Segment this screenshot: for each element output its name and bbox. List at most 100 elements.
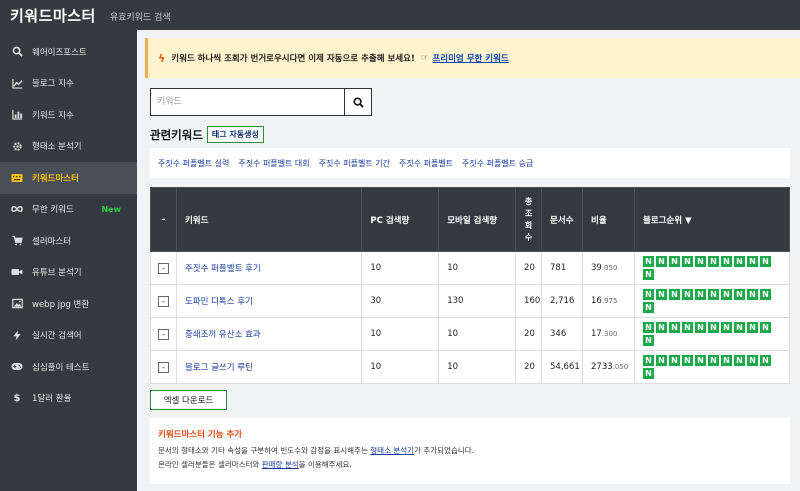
sidebar-item-dollar[interactable]: $1달러 환율 [0,383,137,415]
naver-rank-badge[interactable]: N [668,289,680,300]
naver-rank-badge[interactable]: N [694,289,706,300]
brand-subtitle: 유효키워드 검색 [109,13,171,23]
naver-rank-badge[interactable]: N [655,355,667,366]
keyword-link[interactable]: 도파민 디톡스 후기 [185,297,253,307]
blog-rank-column-header[interactable]: 블로그순위 ▼ [633,187,791,252]
search-icon [352,96,364,108]
related-keyword-link[interactable]: 주짓수 퍼플벨트 승급 [462,158,533,169]
ratio-column-header[interactable]: 비율 [582,187,635,252]
premium-link[interactable]: 프리미엄 무한 키워드 [432,52,508,64]
naver-rank-badge[interactable]: N [655,289,667,300]
sidebar-item-label: webp jpg 변환 [32,299,90,310]
keyword-link[interactable]: 블로그 글쓰기 루틴 [185,363,253,373]
search-bar [150,88,372,116]
naver-rank-badge[interactable]: N [759,256,771,267]
naver-rank-badge[interactable]: N [733,355,745,366]
naver-rank-badge[interactable]: N [720,322,732,333]
naver-rank-badge[interactable]: N [642,335,654,346]
sidebar-item-video[interactable]: 유튜브 분석기 [0,257,137,289]
sidebar-item-keyboard[interactable]: 키워드마스터 [0,162,137,194]
total-views-header-char: 회 [524,220,533,230]
excel-download-button[interactable]: 엑셀 다운로드 [150,390,227,410]
sidebar-item-gear[interactable]: 형태소 분석기 [0,131,137,163]
naver-rank-badge[interactable]: N [668,355,680,366]
keyword-link[interactable]: 주짓수 퍼플벨트 후기 [185,264,261,274]
naver-rank-badge[interactable]: N [642,269,654,280]
naver-rank-badge[interactable]: N [746,355,758,366]
sidebar-item-line-chart[interactable]: 블로그 지수 [0,68,137,100]
naver-rank-badge[interactable]: N [642,322,654,333]
naver-rank-badge[interactable]: N [681,322,693,333]
docs-cell: 781 [541,251,583,285]
brand-logo-text[interactable]: 키워드마스터 [10,5,96,26]
sidebar-item-search[interactable]: 웨어이즈포스트 [0,36,137,68]
sidebar: 웨어이즈포스트 블로그 지수 키워드 지수 형태소 분석기키워드마스터무한 키워드 Ne… [0,30,137,491]
naver-rank-badge[interactable]: N [668,256,680,267]
related-keyword-link[interactable]: 주짓수 퍼플벨트 기간 [319,158,390,169]
naver-rank-badge[interactable]: N [720,289,732,300]
pc-volume-column-header[interactable]: PC 검색량 [361,187,440,252]
docs-column-header[interactable]: 문서수 [541,187,583,252]
naver-rank-badge[interactable]: N [681,289,693,300]
naver-rank-badge[interactable]: N [694,256,706,267]
naver-rank-badge[interactable]: N [642,302,654,313]
naver-rank-badge[interactable]: N [642,289,654,300]
related-keyword-link[interactable]: 주짓수 퍼플벨트 대회 [238,158,309,169]
related-keyword-link[interactable]: 주짓수 퍼플벨트 실력 [158,158,229,169]
naver-rank-badge[interactable]: N [720,256,732,267]
row-toggle-button[interactable]: - [157,328,169,340]
sidebar-item-lightning[interactable]: 실시간 검색어 [0,320,137,352]
ratio-cell: 2733.050 [582,350,635,384]
tag-generate-button[interactable]: 태그 자동생성 [206,126,264,143]
naver-rank-badge[interactable]: N [720,355,732,366]
sidebar-item-label: 키워드마스터 [32,173,79,184]
naver-rank-badge[interactable]: N [746,289,758,300]
sidebar-item-cart[interactable]: 셀러마스터 [0,225,137,257]
naver-rank-badge[interactable]: N [759,289,771,300]
morpheme-analyzer-link[interactable]: 형태소 분석기 [370,446,414,455]
naver-rank-badge[interactable]: N [694,355,706,366]
naver-rank-badge[interactable]: N [733,322,745,333]
sidebar-item-infinity[interactable]: 무한 키워드 New [0,194,137,226]
naver-rank-badge[interactable]: N [642,368,654,379]
naver-rank-badge[interactable]: N [642,355,654,366]
naver-rank-badge[interactable]: N [642,256,654,267]
sidebar-item-gamepad[interactable]: 심심풀이 테스트 [0,351,137,383]
row-toggle-button[interactable]: - [157,262,169,274]
naver-rank-badge[interactable]: N [694,322,706,333]
sidebar-item-image[interactable]: webp jpg 변환 [0,288,137,320]
naver-rank-badge[interactable]: N [707,355,719,366]
naver-rank-badge[interactable]: N [733,289,745,300]
naver-rank-badge[interactable]: N [759,355,771,366]
row-toggle-button[interactable]: - [157,361,169,373]
naver-rank-badge[interactable]: N [655,322,667,333]
naver-rank-badge[interactable]: N [707,322,719,333]
naver-rank-badge[interactable]: N [733,256,745,267]
naver-rank-badge[interactable]: N [681,355,693,366]
naver-rank-badge[interactable]: N [746,322,758,333]
total-views-column-header[interactable]: 총 조 회 수 [515,187,543,252]
ratio-main: 39 [591,263,602,273]
mobile-volume-column-header[interactable]: 모바일 검색량 [438,187,517,252]
keyword-link[interactable]: 중쇄조끼 유산소 효과 [185,330,261,340]
naver-rank-badge[interactable]: N [707,256,719,267]
related-keyword-link[interactable]: 주짓수 퍼플벨트 [399,158,453,169]
naver-rank-badge[interactable]: N [746,256,758,267]
infinity-icon [11,203,23,215]
naver-rank-badge[interactable]: N [707,289,719,300]
ratio-main: 17 [591,329,602,339]
naver-rank-badge[interactable]: N [655,256,667,267]
ratio-main: 16 [591,296,602,306]
row-toggle-button[interactable]: - [157,295,169,307]
keyword-column-header[interactable]: 키워드 [175,187,363,252]
sidebar-item-bar-chart[interactable]: 키워드 지수 [0,99,137,131]
search-button[interactable] [344,88,372,116]
new-badge: New [101,204,121,214]
sales-analysis-link[interactable]: 판매량 분석 [262,460,299,469]
total-views-cell: 20 [515,350,543,384]
naver-rank-badge[interactable]: N [681,256,693,267]
keyword-search-input[interactable] [150,88,344,116]
toggle-all-header[interactable]: – [150,187,177,252]
naver-rank-badge[interactable]: N [668,322,680,333]
naver-rank-badge[interactable]: N [759,322,771,333]
